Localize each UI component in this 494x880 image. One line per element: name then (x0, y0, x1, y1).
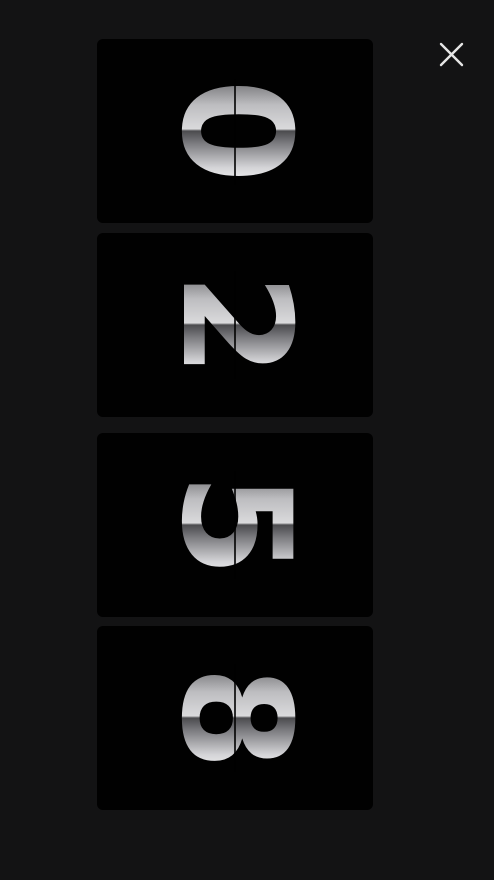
digit-card-4: 8 (97, 626, 373, 810)
digit-card-1: 0 (97, 39, 373, 223)
close-icon (439, 42, 464, 67)
flip-clock-screen: 0 2 5 8 (0, 0, 494, 880)
close-button[interactable] (432, 36, 470, 74)
digit-card-2: 2 (97, 233, 373, 417)
digit-card-3: 5 (97, 433, 373, 617)
